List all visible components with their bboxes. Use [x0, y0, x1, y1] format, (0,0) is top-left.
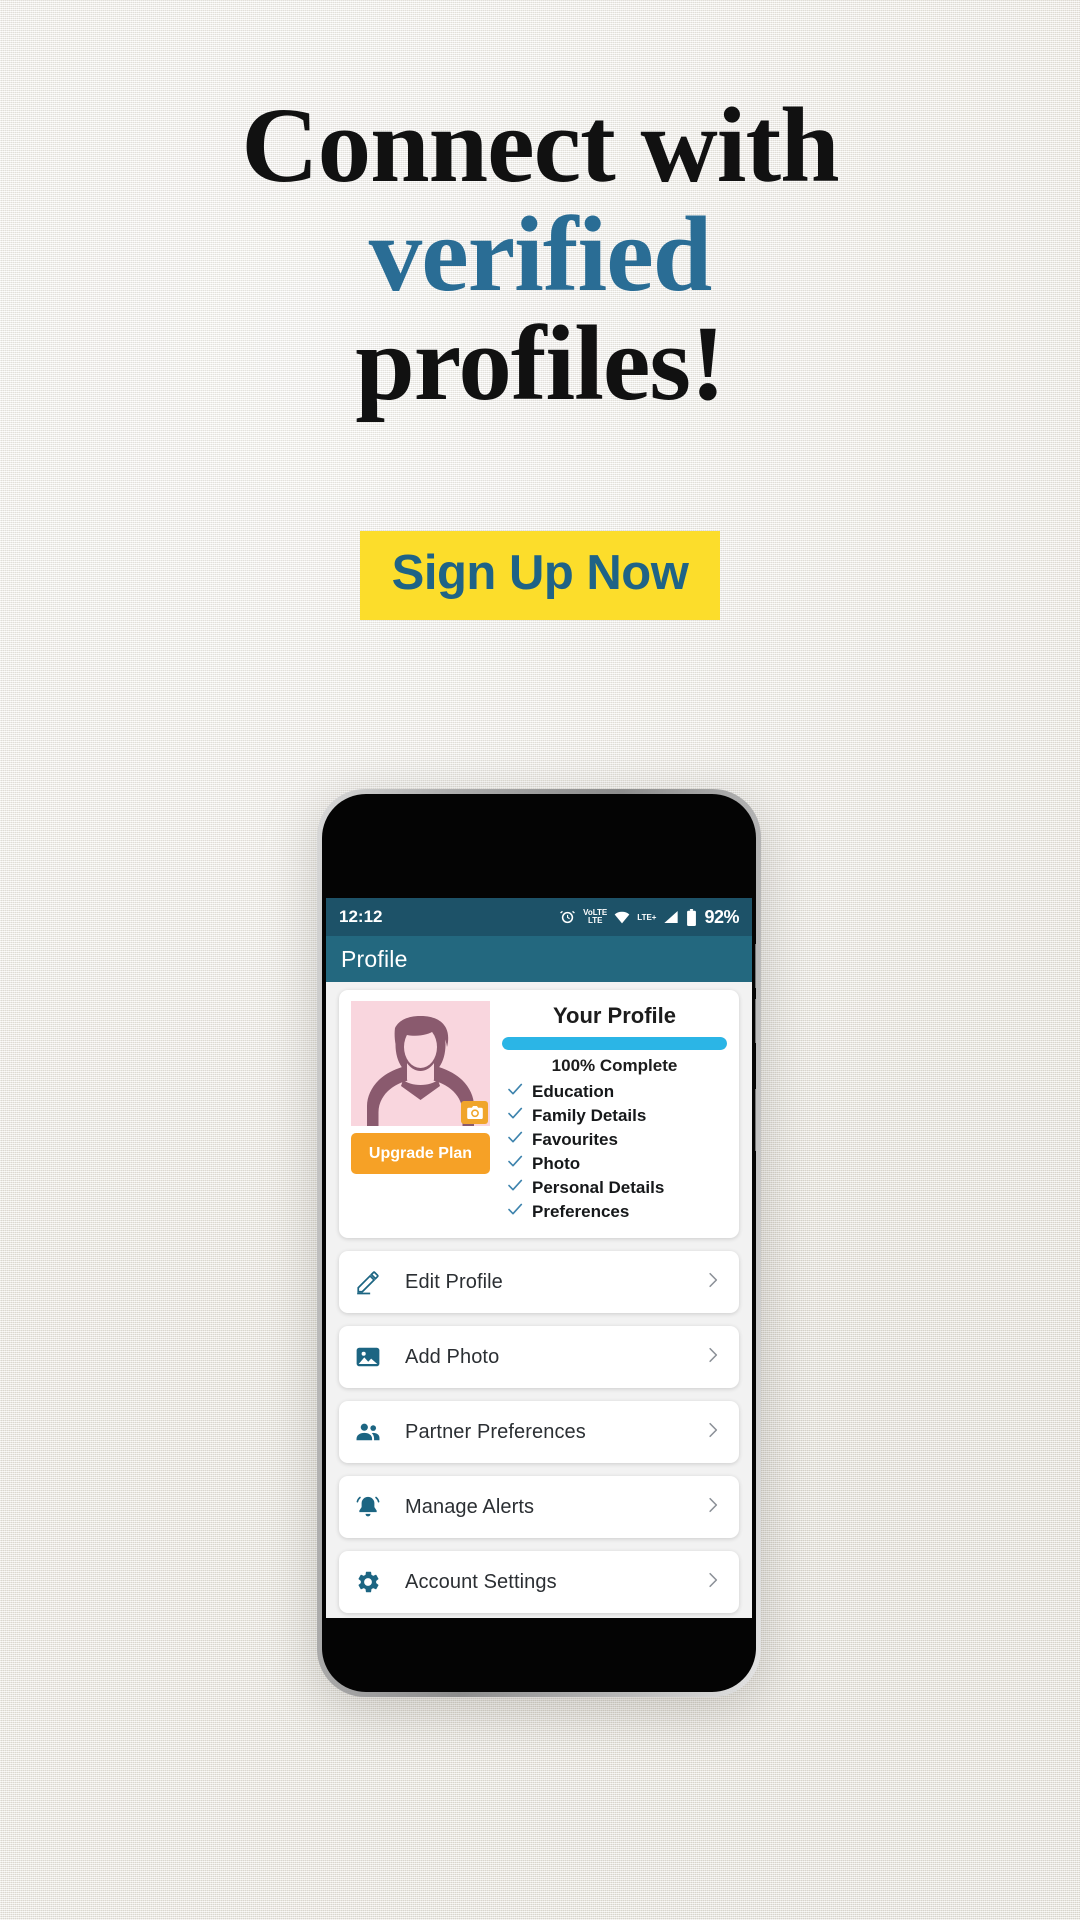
headline-line-1: Connect with — [241, 87, 839, 205]
chevron-right-icon[interactable] — [703, 1570, 723, 1595]
menu-row[interactable]: Add Photo — [339, 1326, 739, 1388]
checklist-item-label: Favourites — [532, 1129, 618, 1149]
checklist-item: Personal Details — [502, 1177, 727, 1198]
signal-bars-icon — [663, 909, 679, 925]
checklist-item: Preferences — [502, 1201, 727, 1222]
avatar[interactable] — [351, 1001, 490, 1126]
checklist-item: Photo — [502, 1153, 727, 1174]
status-bar-time: 12:12 — [339, 907, 383, 926]
upgrade-plan-button[interactable]: Upgrade Plan — [351, 1133, 490, 1174]
checklist-item: Family Details — [502, 1105, 727, 1126]
pencil-edit-icon — [355, 1269, 383, 1295]
gear-settings-icon — [355, 1569, 383, 1595]
poster-headline: Connect with verified profiles! — [0, 87, 1080, 424]
battery-icon — [686, 908, 697, 926]
status-bar-icons: VoLTE LTE LTE+ 92% — [559, 907, 739, 928]
power-button[interactable] — [755, 1089, 756, 1151]
check-icon — [507, 1105, 523, 1126]
bell-alert-icon — [355, 1494, 383, 1520]
menu-row-label: Add Photo — [405, 1345, 500, 1368]
profile-summary-card: Upgrade Plan Your Profile 100% Complete … — [339, 990, 739, 1238]
chevron-right-icon[interactable] — [703, 1345, 723, 1370]
profile-checklist: Education Family Details Favourites Photo Pe… — [502, 1081, 727, 1222]
menu-row-label: Partner Preferences — [405, 1420, 586, 1443]
headline-line-2-accent: verified — [368, 196, 713, 315]
checklist-item-label: Personal Details — [532, 1177, 665, 1197]
menu-row-label: Edit Profile — [405, 1270, 503, 1293]
sign-up-now-button[interactable]: Sign Up Now — [359, 531, 721, 620]
your-profile-title: Your Profile — [552, 1003, 677, 1028]
check-icon — [507, 1153, 523, 1174]
menu-row-add-photo[interactable]: Add Photo — [339, 1326, 739, 1388]
checklist-item: Education — [502, 1081, 727, 1102]
progress-label: 100% Complete — [551, 1056, 678, 1075]
progress-fill — [502, 1037, 727, 1050]
menu-row-account-settings[interactable]: Account Settings — [339, 1551, 739, 1613]
app-bar: Profile — [326, 936, 752, 982]
people-group-icon — [355, 1419, 383, 1445]
menu-row-manage-alerts[interactable]: Manage Alerts — [339, 1476, 739, 1538]
menu-row[interactable]: Partner Preferences — [339, 1401, 739, 1463]
screen-content: Upgrade Plan Your Profile 100% Complete … — [326, 982, 752, 1618]
network-type-label: LTE+ — [637, 912, 657, 922]
battery-percent-label: 92% — [704, 906, 739, 927]
volte-bottom-label: LTE — [587, 916, 603, 925]
app-bar-title: Profile — [341, 945, 408, 972]
check-icon — [507, 1129, 523, 1150]
checklist-item-label: Education — [532, 1081, 615, 1101]
check-icon — [507, 1177, 523, 1198]
checklist-item: Favourites — [502, 1129, 727, 1150]
check-icon — [507, 1201, 523, 1222]
menu-row[interactable]: Account Settings — [339, 1551, 739, 1613]
volume-down-button[interactable] — [755, 999, 756, 1043]
status-bar: 12:12 VoLTE LTE LTE+ 92% — [326, 898, 752, 936]
volte-icon: VoLTE LTE — [583, 909, 607, 925]
profile-menu-list: Edit Profile Add Photo Partner Preferences… — [339, 1251, 739, 1613]
menu-row[interactable]: Edit Profile — [339, 1251, 739, 1313]
profile-completion-progress — [502, 1037, 727, 1050]
camera-icon[interactable] — [461, 1101, 488, 1124]
checklist-item-label: Photo — [532, 1153, 581, 1173]
volume-up-button[interactable] — [755, 944, 756, 988]
check-icon — [507, 1081, 523, 1102]
phone-mockup: 12:12 VoLTE LTE LTE+ 92% Profile Upgrade… — [317, 789, 761, 1697]
checklist-item-label: Family Details — [532, 1105, 647, 1125]
headline-line-3: profiles! — [355, 305, 725, 424]
menu-row-label: Manage Alerts — [405, 1495, 535, 1518]
profile-completion-column: Your Profile 100% Complete Education Fami… — [502, 1001, 727, 1225]
menu-row-partner-preferences[interactable]: Partner Preferences — [339, 1401, 739, 1463]
phone-screen: 12:12 VoLTE LTE LTE+ 92% Profile Upgrade… — [326, 898, 752, 1618]
chevron-right-icon[interactable] — [703, 1420, 723, 1445]
menu-row-label: Account Settings — [405, 1570, 557, 1593]
avatar-column: Upgrade Plan — [351, 1001, 490, 1225]
menu-row-edit-profile[interactable]: Edit Profile — [339, 1251, 739, 1313]
cta-container: Sign Up Now — [0, 531, 1080, 620]
checklist-item-label: Preferences — [532, 1201, 630, 1221]
menu-row[interactable]: Manage Alerts — [339, 1476, 739, 1538]
chevron-right-icon[interactable] — [703, 1270, 723, 1295]
phone-bezel: 12:12 VoLTE LTE LTE+ 92% Profile Upgrade… — [322, 794, 756, 1692]
wifi-icon — [614, 909, 630, 925]
image-photo-icon — [355, 1344, 383, 1370]
alarm-clock-icon — [559, 909, 576, 926]
chevron-right-icon[interactable] — [703, 1495, 723, 1520]
